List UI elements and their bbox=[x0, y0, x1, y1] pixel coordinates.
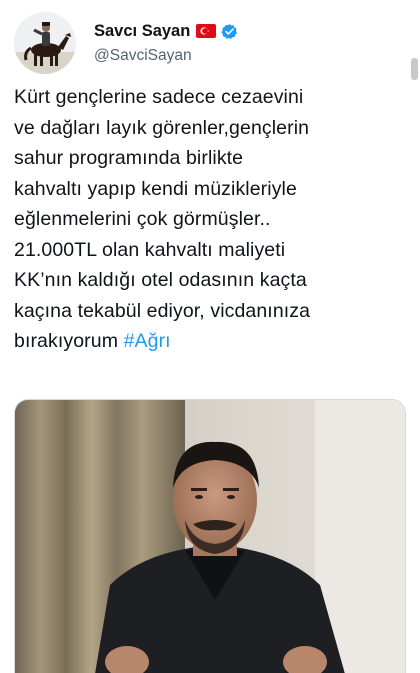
verified-badge-icon bbox=[221, 23, 238, 40]
tweet-text: Kürt gençlerine sadece cezaevini ve dağl… bbox=[14, 82, 410, 357]
avatar-image bbox=[14, 12, 76, 74]
tweet: Savcı Sayan @SavciSayan Kürt gençlerine … bbox=[0, 0, 420, 673]
hashtag-link[interactable]: #Ağrı bbox=[124, 330, 171, 352]
video-frame bbox=[15, 400, 405, 673]
scrollbar[interactable] bbox=[411, 58, 418, 80]
author-info: Savcı Sayan @SavciSayan bbox=[94, 20, 238, 65]
tweet-header: Savcı Sayan @SavciSayan bbox=[14, 10, 406, 74]
turkey-flag-icon bbox=[196, 24, 217, 38]
avatar[interactable] bbox=[14, 12, 76, 74]
display-name[interactable]: Savcı Sayan bbox=[94, 22, 190, 41]
author-name-row: Savcı Sayan bbox=[94, 20, 238, 42]
tweet-body: Kürt gençlerine sadece cezaevini ve dağl… bbox=[14, 86, 311, 352]
author-handle[interactable]: @SavciSayan bbox=[94, 47, 238, 65]
tweet-video[interactable] bbox=[14, 399, 406, 673]
